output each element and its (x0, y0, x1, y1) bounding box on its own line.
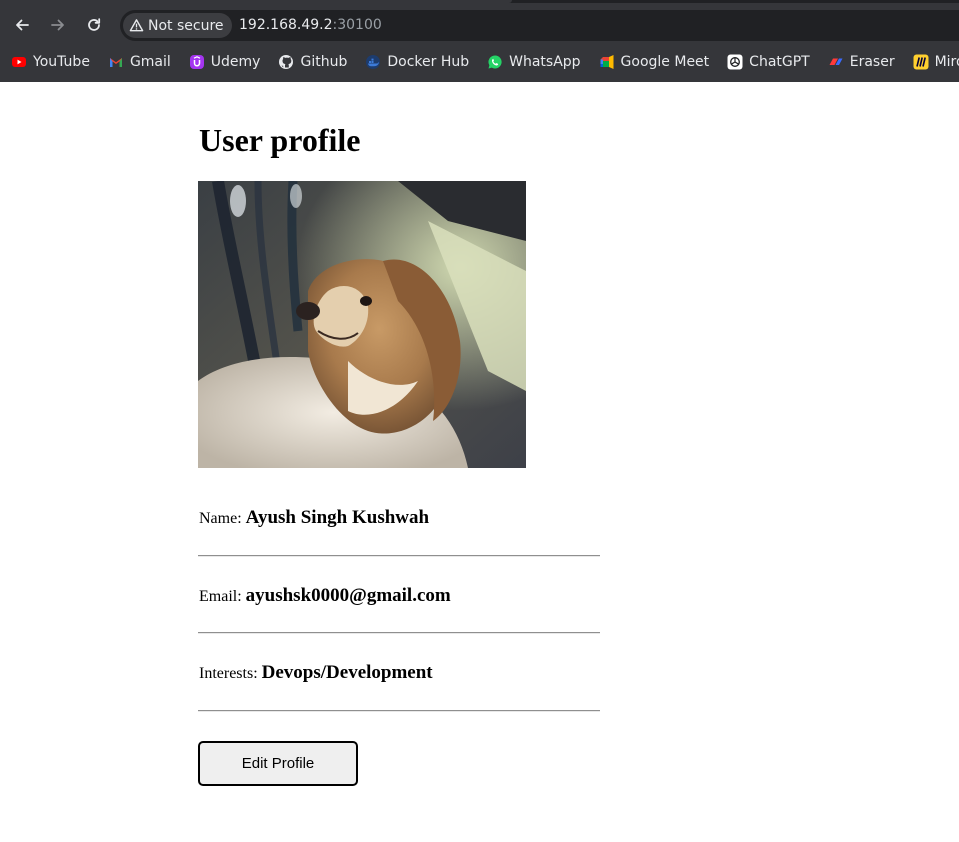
whatsapp-icon (487, 54, 503, 70)
email-field: Email: ayushsk0000@gmail.com (199, 585, 451, 607)
address-bar[interactable]: Not secure 192.168.49.2:30100 (120, 10, 959, 41)
interests-label: Interests: (199, 665, 258, 682)
udemy-icon (189, 54, 205, 70)
bookmark-docker-hub[interactable]: Docker Hub (355, 48, 469, 76)
email-label: Email: (199, 588, 242, 605)
interests-value: Devops/Development (261, 662, 433, 683)
reload-button[interactable] (80, 11, 108, 39)
name-value: Ayush Singh Kushwah (245, 507, 430, 528)
name-field: Name: Ayush Singh Kushwah (199, 507, 429, 529)
bookmark-chatgpt[interactable]: ChatGPT (717, 48, 810, 76)
miro-icon (913, 54, 929, 70)
bookmark-label: ChatGPT (749, 54, 810, 70)
reload-icon (88, 18, 101, 31)
tab-strip (0, 0, 959, 3)
arrow-right-icon (51, 19, 64, 31)
youtube-icon (11, 54, 27, 70)
interests-field: Interests: Devops/Development (199, 662, 433, 684)
bookmark-google-meet[interactable]: Google Meet (589, 48, 710, 76)
gmail-icon (108, 54, 124, 70)
browser-chrome: Not secure 192.168.49.2:30100 YouTube Gm… (0, 0, 959, 82)
bookmark-label: Docker Hub (387, 54, 470, 70)
url-port: :30100 (332, 17, 382, 33)
bookmark-label: Google Meet (620, 54, 710, 70)
bookmark-label: YouTube (33, 54, 90, 70)
bookmark-miro[interactable]: Miro (903, 48, 959, 76)
dog-photo (198, 181, 526, 468)
forward-button[interactable] (44, 11, 72, 39)
warning-icon (129, 19, 144, 32)
bookmark-gmail[interactable]: Gmail (98, 48, 171, 76)
bookmark-eraser[interactable]: Eraser (818, 48, 895, 76)
divider (198, 555, 600, 557)
page-content: User profile Name: Ayush Singh Kushwah E… (0, 82, 959, 842)
security-chip[interactable]: Not secure (123, 13, 232, 38)
eraser-icon (828, 54, 844, 70)
docker-icon (365, 54, 381, 70)
bookmark-label: Udemy (210, 54, 261, 70)
bookmarks-bar: YouTube Gmail Udemy Github Docker Hub Wh… (0, 48, 959, 76)
bookmark-youtube[interactable]: YouTube (0, 48, 90, 76)
bookmark-whatsapp[interactable]: WhatsApp (477, 48, 581, 76)
bookmark-label: Miro (934, 54, 959, 70)
google-meet-icon (599, 54, 615, 70)
divider (198, 710, 600, 712)
bookmark-github[interactable]: Github (268, 48, 347, 76)
edit-profile-button[interactable]: Edit Profile (198, 741, 358, 786)
profile-photo (198, 181, 526, 468)
arrow-left-icon (16, 19, 29, 31)
url-text[interactable]: 192.168.49.2:30100 (239, 17, 382, 33)
github-icon (278, 54, 294, 70)
bookmark-label: Github (300, 54, 348, 70)
email-value: ayushsk0000@gmail.com (245, 585, 451, 606)
bookmark-label: Gmail (129, 54, 171, 70)
bookmark-udemy[interactable]: Udemy (179, 48, 261, 76)
divider (198, 632, 600, 634)
bookmark-label: Eraser (849, 54, 895, 70)
url-host: 192.168.49.2 (239, 17, 333, 33)
bookmark-label: WhatsApp (509, 54, 581, 70)
name-label: Name: (199, 510, 242, 527)
chatgpt-icon (727, 54, 743, 70)
security-label: Not secure (148, 17, 224, 34)
page-title: User profile (199, 122, 361, 158)
back-button[interactable] (8, 11, 36, 39)
